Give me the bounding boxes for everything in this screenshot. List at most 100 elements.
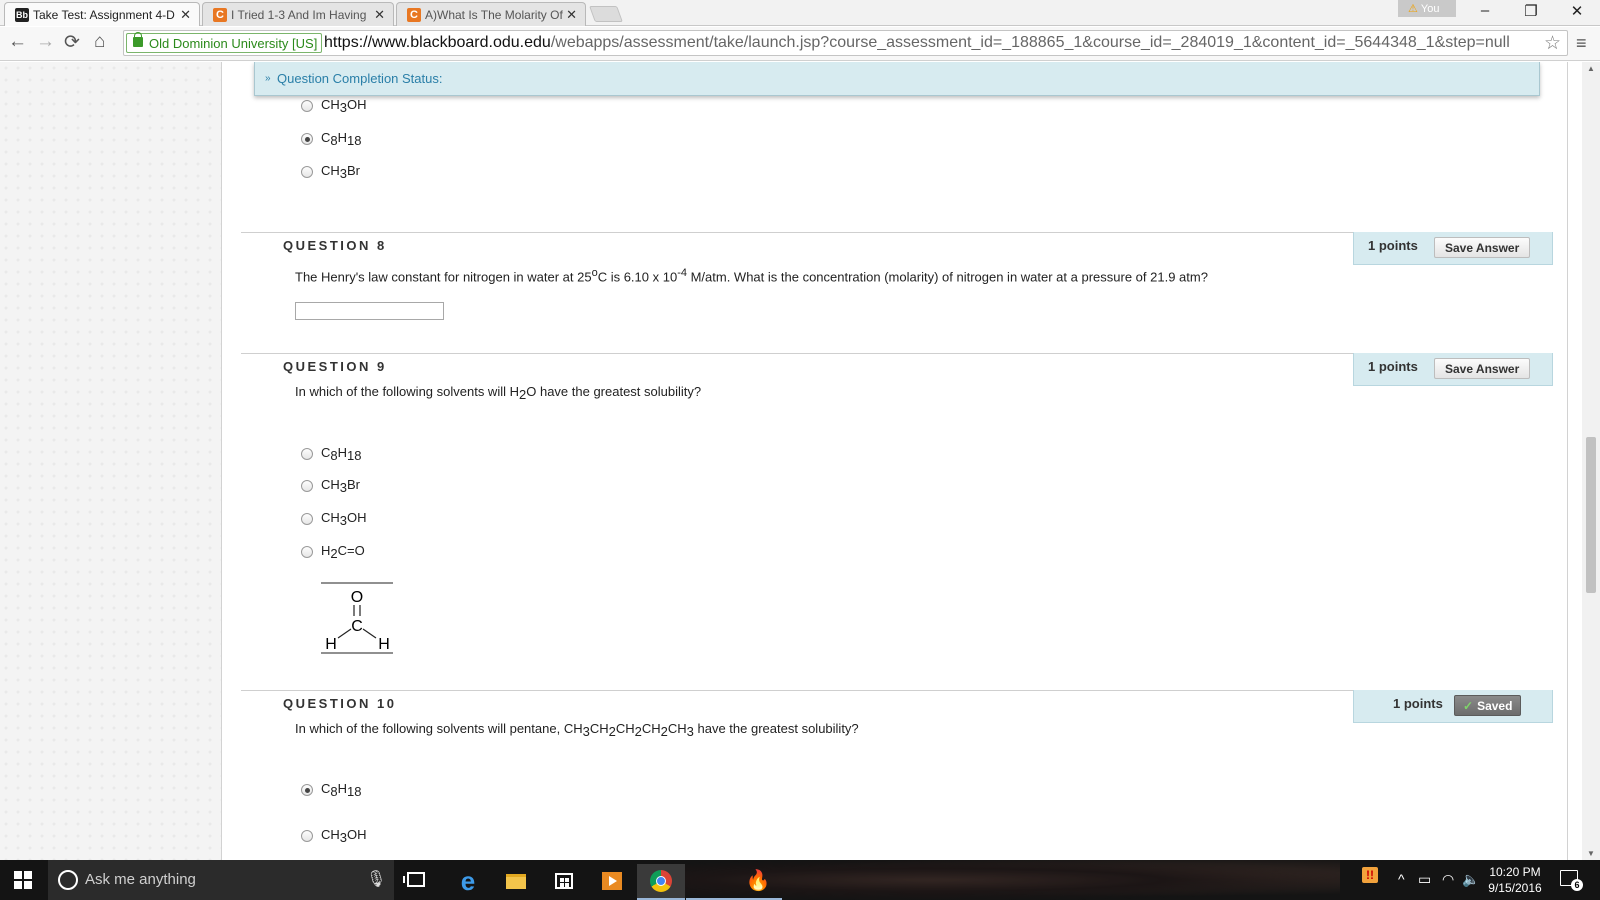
tab-close-icon[interactable]: ✕ [566, 7, 577, 23]
q9-points-box: 1 points Save Answer [1353, 353, 1553, 386]
warning-icon: ⚠ [1408, 3, 1418, 15]
microphone-icon[interactable]: 🎙 [366, 869, 386, 889]
tab-close-icon[interactable]: ✕ [374, 7, 385, 23]
radio-button[interactable] [301, 546, 313, 558]
q8-points-box: 1 points Save Answer [1353, 232, 1553, 265]
hydrogen-left-label: H [325, 636, 337, 653]
clock-time: 10:20 PM [1489, 865, 1541, 879]
lock-icon [133, 32, 143, 47]
q10-heading: QUESTION 10 [283, 696, 397, 711]
q8-answer-input[interactable] [295, 302, 444, 320]
q10-saved-button[interactable]: ✓ Saved [1454, 695, 1522, 716]
tray-app-icon[interactable]: !! [1362, 866, 1378, 883]
url-host: https://www.blackboard.odu.edu [324, 34, 551, 51]
radio-button[interactable] [301, 448, 313, 460]
radio-button[interactable] [301, 830, 313, 842]
q10-question-text: In which of the following solvents will … [295, 721, 859, 739]
radio-button[interactable] [301, 513, 313, 525]
secure-site-badge[interactable]: Old Dominion University [US] [126, 32, 323, 53]
option-label: CH3Br [321, 163, 361, 181]
option-label: H2C=O [321, 543, 365, 561]
scroll-down-icon[interactable]: ▼ [1587, 849, 1595, 858]
option-label: C8H18 [321, 781, 362, 799]
q10-points: 1 points [1393, 696, 1443, 711]
profile-label: You [1420, 3, 1440, 15]
chegg-favicon-icon: C [213, 8, 227, 22]
clock-date: 9/15/2016 [1488, 881, 1542, 895]
forward-arrow-icon[interactable]: → [36, 31, 55, 53]
scroll-up-icon[interactable]: ▲ [1587, 64, 1595, 73]
oxygen-label: O [351, 589, 363, 606]
q8-question-text: The Henry's law constant for nitrogen in… [295, 267, 1208, 285]
page-content: ▲ ▼ CH3OH C8H18 CH3Br » Question Complet… [0, 62, 1600, 860]
option-label: CH3Br [321, 477, 361, 495]
q8-heading: QUESTION 8 [283, 238, 387, 253]
wifi-icon[interactable]: ◠ [1442, 871, 1454, 888]
profile-button[interactable]: ⚠ You [1398, 0, 1456, 17]
q9-question-text: In which of the following solvents will … [295, 384, 702, 402]
windows-start-icon[interactable] [14, 871, 32, 889]
scrollbar-thumb[interactable] [1586, 437, 1596, 593]
taskbar-search-box[interactable]: Ask me anything 🎙 [48, 860, 394, 900]
radio-button-selected[interactable] [301, 133, 313, 145]
q10-points-box: 1 points ✓ Saved [1353, 690, 1553, 723]
close-window-button[interactable]: ✕ [1554, 2, 1600, 20]
q8-points: 1 points [1368, 238, 1418, 253]
hydrogen-right-label: H [378, 636, 390, 653]
reload-icon[interactable]: ⟳ [64, 31, 80, 54]
new-tab-button[interactable] [589, 6, 623, 22]
app-icon[interactable] [686, 864, 734, 900]
tab-chegg-question-2[interactable]: C A)What Is The Molarity Of ✕ [396, 2, 586, 26]
volume-icon[interactable]: 🔈 [1462, 871, 1479, 888]
clock[interactable]: 10:20 PM 9/15/2016 [1484, 864, 1546, 896]
windows-taskbar: Ask me anything 🎙 e 🔥 !! ^ ▭ ◠ 🔈 10:20 P… [0, 860, 1600, 900]
right-margin [1567, 62, 1581, 860]
store-icon[interactable] [540, 864, 588, 900]
saved-label: Saved [1477, 699, 1513, 713]
back-arrow-icon[interactable]: ← [8, 31, 27, 53]
radio-button[interactable] [301, 480, 313, 492]
q9-save-answer-button[interactable]: Save Answer [1434, 358, 1531, 379]
ev-organization-label: Old Dominion University [US] [149, 36, 318, 51]
option-label: CH3OH [321, 97, 367, 115]
q9-heading: QUESTION 9 [283, 359, 387, 374]
tab-take-test[interactable]: Bb Take Test: Assignment 4-D ✕ [4, 2, 200, 26]
home-icon[interactable]: ⌂ [94, 31, 105, 53]
blackboard-favicon-icon: Bb [15, 8, 29, 22]
bookmark-star-icon[interactable]: ☆ [1544, 32, 1561, 55]
option-label: CH3OH [321, 510, 367, 528]
q8-save-answer-button[interactable]: Save Answer [1434, 237, 1531, 258]
question-completion-status[interactable]: » Question Completion Status: [254, 62, 1540, 96]
tab-chegg-question-1[interactable]: C I Tried 1-3 And Im Having ✕ [202, 2, 394, 26]
url-path: /webapps/assessment/take/launch.jsp?cour… [550, 34, 1510, 51]
tab-title: A)What Is The Molarity Of [425, 8, 563, 22]
option-label: CH3OH [321, 827, 367, 845]
restore-button[interactable]: ❐ [1508, 2, 1554, 20]
task-view-icon[interactable] [403, 872, 425, 887]
radio-button-selected[interactable] [301, 784, 313, 796]
radio-button[interactable] [301, 100, 313, 112]
file-explorer-icon[interactable] [492, 864, 540, 900]
search-placeholder: Ask me anything [85, 871, 196, 888]
url-text[interactable]: https://www.blackboard.odu.edu/webapps/a… [324, 34, 1510, 52]
option-label: C8H18 [321, 445, 362, 463]
left-background [0, 62, 222, 860]
tab-close-icon[interactable]: ✕ [180, 7, 191, 23]
media-player-icon[interactable] [588, 864, 636, 900]
cortana-icon [58, 870, 78, 890]
edge-icon[interactable]: e [444, 864, 492, 900]
page-scrollbar[interactable]: ▲ ▼ [1582, 62, 1600, 860]
formaldehyde-structure-image: O C H H [321, 582, 393, 654]
browser-menu-icon[interactable]: ≡ [1576, 33, 1587, 54]
battery-icon[interactable]: ▭ [1418, 871, 1431, 888]
fire-app-icon[interactable]: 🔥 [734, 864, 782, 900]
browser-tab-bar: Bb Take Test: Assignment 4-D ✕ C I Tried… [0, 0, 1600, 26]
radio-button[interactable] [301, 166, 313, 178]
tab-title: Take Test: Assignment 4-D [33, 8, 175, 22]
address-bar[interactable]: Old Dominion University [US] https://www… [123, 30, 1568, 56]
minimize-button[interactable]: – [1462, 2, 1508, 19]
show-hidden-icons-icon[interactable]: ^ [1398, 871, 1405, 887]
chrome-icon[interactable] [637, 864, 685, 900]
option-label: C8H18 [321, 130, 362, 148]
action-center-icon[interactable]: 6 [1560, 870, 1583, 891]
